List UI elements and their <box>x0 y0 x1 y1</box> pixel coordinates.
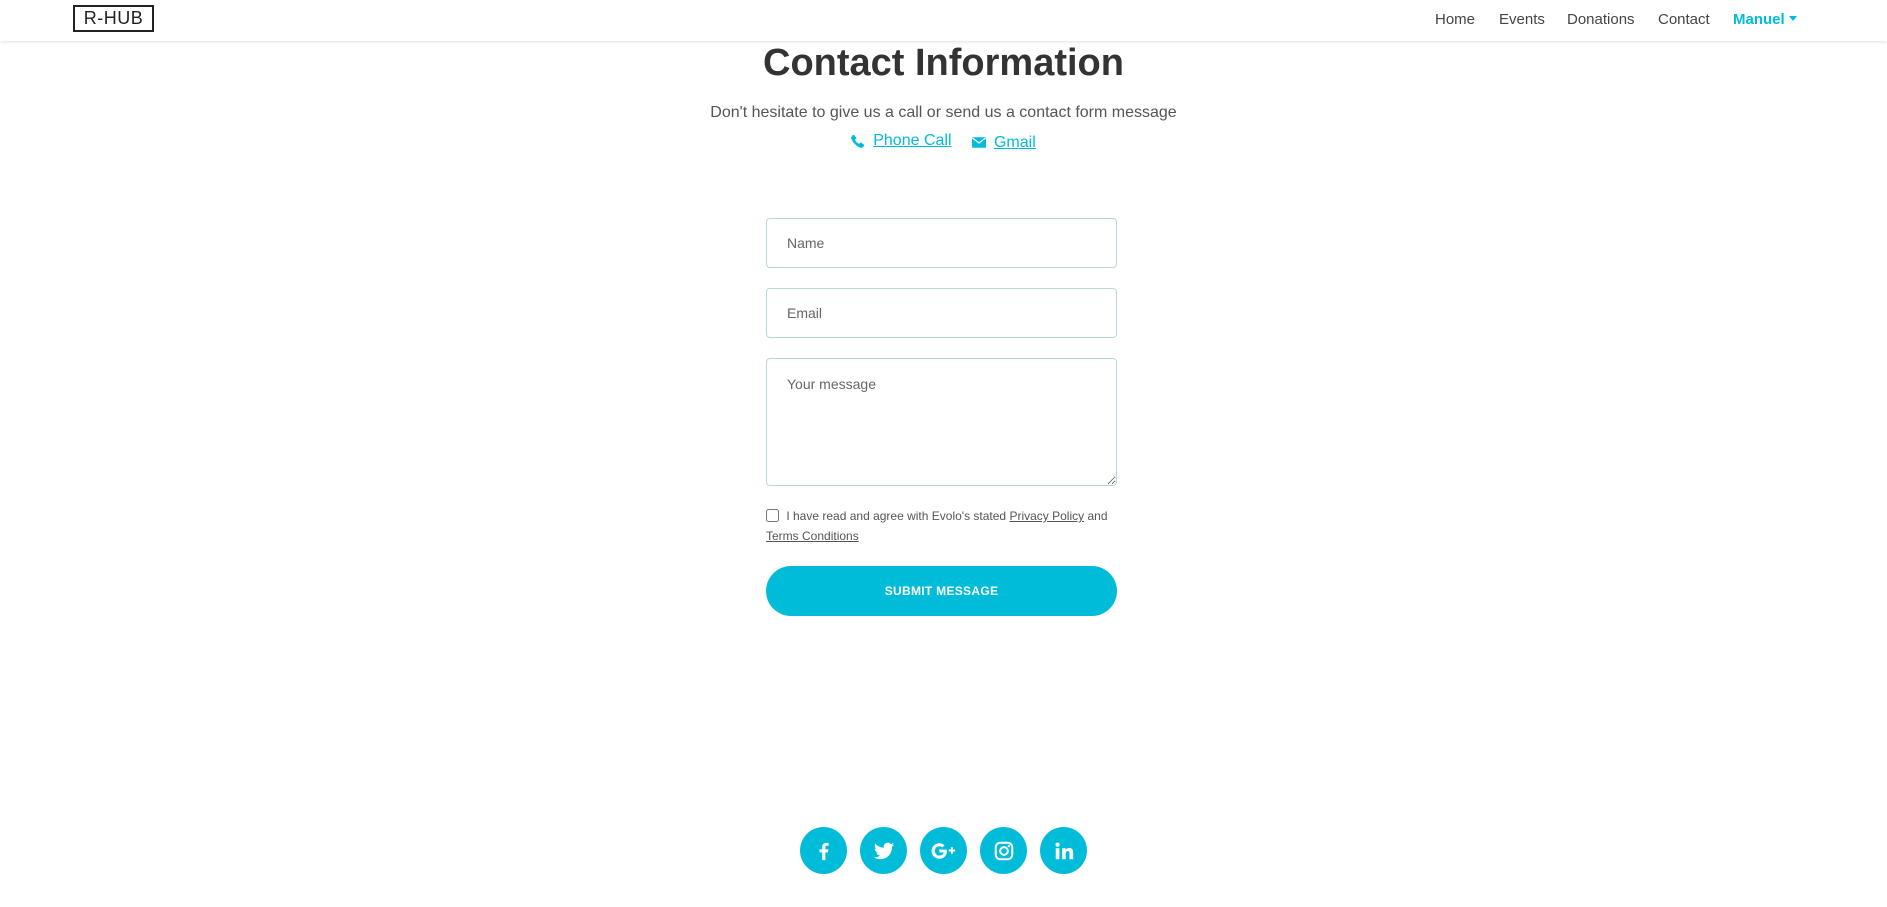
terms-agreement: I have read and agree with Evolo's state… <box>766 506 1126 546</box>
nav-events[interactable]: Events <box>1499 11 1545 28</box>
submit-message-button[interactable]: SUBMIT MESSAGE <box>766 566 1117 616</box>
twitter-icon <box>873 842 894 859</box>
twitter-button[interactable] <box>860 827 907 874</box>
top-navbar: R-HUB Home Events Donations Contact Manu… <box>0 0 1887 41</box>
name-input[interactable] <box>766 218 1117 268</box>
google-plus-icon <box>931 842 955 859</box>
user-name: Manuel <box>1733 11 1785 28</box>
terms-text-2: and <box>1087 509 1108 523</box>
phone-link-label: Phone Call <box>873 132 952 149</box>
phone-link[interactable]: Phone Call <box>851 132 952 150</box>
terms-checkbox[interactable] <box>766 509 779 522</box>
facebook-icon <box>818 842 829 860</box>
linkedin-button[interactable] <box>1040 827 1087 874</box>
brand-logo[interactable]: R-HUB <box>73 5 154 32</box>
google-plus-button[interactable] <box>920 827 967 874</box>
privacy-policy-link[interactable]: Privacy Policy <box>1009 509 1084 523</box>
message-textarea[interactable] <box>766 358 1117 486</box>
nav-contact[interactable]: Contact <box>1658 11 1710 28</box>
gmail-link[interactable]: Gmail <box>971 133 1036 152</box>
caret-down-icon <box>1788 16 1797 21</box>
instagram-button[interactable] <box>980 827 1027 874</box>
gmail-link-label: Gmail <box>993 133 1036 151</box>
envelope-icon <box>971 137 986 148</box>
contact-links: Phone Call Gmail <box>0 132 1887 153</box>
terms-text-1: I have read and agree with Evolo's state… <box>786 509 1007 523</box>
instagram-icon <box>994 841 1013 860</box>
phone-icon <box>851 134 865 148</box>
email-input[interactable] <box>766 288 1117 338</box>
page-subtitle: Don't hesitate to give us a call or send… <box>710 104 1177 121</box>
terms-conditions-link[interactable]: Terms Conditions <box>766 529 859 543</box>
page-title: Contact Information <box>763 42 1124 84</box>
facebook-button[interactable] <box>800 827 847 874</box>
nav-home[interactable]: Home <box>1435 11 1475 28</box>
linkedin-icon <box>1054 841 1073 859</box>
nav-user-dropdown[interactable]: Manuel <box>1733 11 1797 28</box>
nav-donations[interactable]: Donations <box>1567 11 1635 28</box>
